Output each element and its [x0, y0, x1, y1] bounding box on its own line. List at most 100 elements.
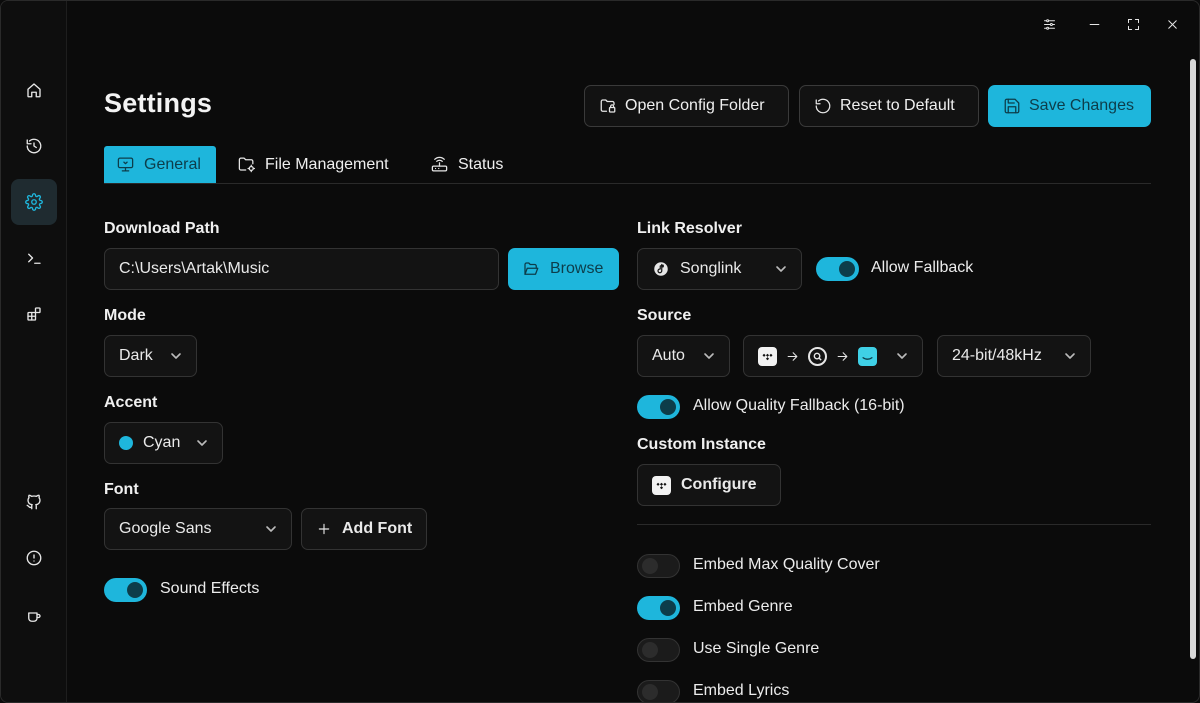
mode-label: Mode — [104, 307, 146, 324]
page-title: Settings — [104, 88, 213, 118]
folder-lock-icon — [600, 99, 616, 113]
home-icon — [27, 83, 41, 98]
custom-instance-label: Custom Instance — [637, 436, 766, 453]
qobuz-icon — [808, 346, 827, 366]
sliders-icon — [1043, 18, 1055, 30]
github-icon — [26, 494, 41, 510]
add-font-label: Add Font — [342, 520, 413, 537]
browse-label: Browse — [550, 260, 604, 277]
chevron-down-icon — [1065, 353, 1075, 359]
embed-genre-toggle[interactable] — [637, 596, 680, 620]
plus-icon — [318, 523, 330, 535]
close-button[interactable] — [1159, 11, 1185, 37]
save-changes-button[interactable]: Save Changes — [988, 85, 1151, 127]
arrow-right-icon — [837, 351, 848, 361]
songlink-icon — [654, 262, 668, 276]
sidebar-item-support[interactable] — [11, 593, 57, 639]
source-label: Source — [637, 307, 692, 324]
gear-icon — [25, 193, 43, 211]
close-icon — [1167, 19, 1177, 29]
allow-fallback-toggle[interactable] — [816, 257, 859, 281]
tune-button[interactable] — [1036, 11, 1062, 37]
link-resolver-select[interactable]: Songlink — [637, 248, 802, 290]
amazon-icon — [858, 346, 877, 366]
font-value: Google Sans — [119, 520, 212, 537]
font-select[interactable]: Google Sans — [104, 508, 292, 550]
accent-select[interactable]: Cyan — [104, 422, 223, 464]
tab-status-label: Status — [458, 155, 504, 173]
open-config-folder-label: Open Config Folder — [625, 97, 765, 114]
mode-value: Dark — [119, 347, 153, 364]
chevron-down-icon — [171, 353, 181, 359]
use-single-genre-toggle[interactable] — [637, 638, 680, 662]
save-icon — [1004, 98, 1020, 114]
folder-open-icon — [524, 262, 539, 275]
chevron-down-icon — [197, 440, 207, 446]
tab-general[interactable]: General — [104, 146, 216, 183]
tab-file-management[interactable]: File Management — [225, 146, 401, 183]
app-window: Settings Open Config Folder Reset to Def… — [0, 0, 1200, 703]
chevron-down-icon — [897, 353, 907, 359]
open-config-folder-button[interactable]: Open Config Folder — [584, 85, 789, 127]
tab-general-label: General — [144, 155, 201, 173]
source-select[interactable]: Auto — [637, 335, 730, 377]
quality-value: 24-bit/48kHz — [952, 347, 1042, 364]
download-path-value: C:\Users\Artak\Music — [119, 260, 270, 277]
allow-quality-fallback-label: Allow Quality Fallback (16-bit) — [693, 397, 905, 414]
sidebar-item-about[interactable] — [11, 535, 57, 581]
sidebar-item-github[interactable] — [11, 479, 57, 525]
accent-value: Cyan — [143, 434, 181, 451]
terminal-icon — [28, 253, 41, 264]
allow-fallback-label: Allow Fallback — [871, 259, 974, 276]
arrow-right-icon — [787, 351, 798, 361]
mode-select[interactable]: Dark — [104, 335, 197, 377]
embed-max-quality-cover-label: Embed Max Quality Cover — [693, 556, 880, 573]
section-divider — [637, 524, 1151, 525]
allow-quality-fallback-toggle[interactable] — [637, 395, 680, 419]
tab-status[interactable]: Status — [418, 146, 515, 183]
sidebar-item-settings[interactable] — [11, 179, 57, 225]
chevron-down-icon — [704, 353, 714, 359]
link-resolver-label: Link Resolver — [637, 220, 742, 237]
download-path-input[interactable]: C:\Users\Artak\Music — [104, 248, 499, 290]
sidebar-item-apps[interactable] — [11, 291, 57, 337]
reset-to-default-button[interactable]: Reset to Default — [799, 85, 979, 127]
tab-divider — [104, 183, 1151, 184]
coffee-icon — [28, 612, 41, 622]
maximize-icon — [1127, 18, 1139, 30]
info-icon — [26, 550, 42, 566]
link-resolver-value: Songlink — [680, 260, 742, 277]
source-value: Auto — [652, 347, 685, 364]
apps-icon — [27, 307, 41, 321]
sidebar — [1, 1, 67, 702]
tab-file-management-label: File Management — [265, 155, 389, 173]
accent-color-swatch — [119, 436, 133, 450]
embed-lyrics-label: Embed Lyrics — [693, 682, 790, 699]
tidal-icon — [758, 346, 777, 366]
maximize-button[interactable] — [1120, 11, 1146, 37]
font-label: Font — [104, 481, 139, 498]
embed-lyrics-toggle[interactable] — [637, 680, 680, 702]
history-icon — [26, 138, 42, 154]
source-chain-select[interactable] — [743, 335, 923, 377]
reset-to-default-label: Reset to Default — [840, 97, 955, 114]
configure-label: Configure — [681, 476, 757, 493]
sidebar-item-home[interactable] — [11, 67, 57, 113]
folder-gear-icon — [238, 157, 256, 173]
monitor-icon — [117, 157, 134, 172]
sidebar-item-terminal[interactable] — [11, 235, 57, 281]
browse-button[interactable]: Browse — [508, 248, 619, 290]
sidebar-item-history[interactable] — [11, 123, 57, 169]
minimize-button[interactable] — [1081, 11, 1107, 37]
save-changes-label: Save Changes — [1029, 97, 1134, 114]
router-icon — [431, 156, 448, 172]
chevron-down-icon — [776, 266, 786, 272]
reset-icon — [815, 98, 831, 114]
add-font-button[interactable]: Add Font — [301, 508, 427, 550]
scrollbar[interactable] — [1190, 59, 1196, 659]
sound-effects-toggle[interactable] — [104, 578, 147, 602]
download-path-label: Download Path — [104, 220, 220, 237]
configure-button[interactable]: Configure — [637, 464, 781, 506]
quality-select[interactable]: 24-bit/48kHz — [937, 335, 1091, 377]
embed-max-quality-cover-toggle[interactable] — [637, 554, 680, 578]
